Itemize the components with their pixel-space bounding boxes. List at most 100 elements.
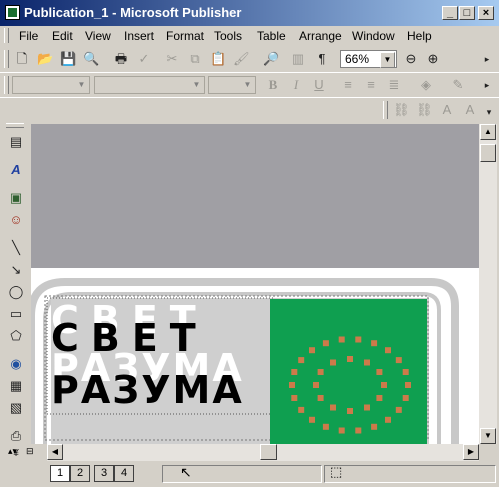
title-bar[interactable]: Publication_1 - Microsoft Publisher _ □ … (0, 0, 499, 26)
picture-frame-icon[interactable]: ▣ (8, 190, 24, 206)
text-box-tool-icon[interactable]: A (8, 162, 24, 178)
menu-arrange[interactable]: Arrange (299, 29, 342, 43)
print-preview-icon[interactable]: 🔎 (263, 51, 279, 67)
search-file-icon[interactable]: 🔍 (83, 51, 99, 67)
chevron-down-icon[interactable]: ▼ (75, 78, 88, 92)
page-tab-3[interactable]: 3 (94, 465, 114, 482)
maximize-button[interactable]: □ (459, 6, 475, 20)
menu-insert[interactable]: Insert (124, 29, 154, 43)
scroll-down-icon[interactable]: ▼ (480, 428, 496, 444)
form-control-icon[interactable]: ▦ (8, 378, 24, 394)
open-icon[interactable]: 📂 (37, 51, 53, 67)
hot-spot-icon[interactable]: ◉ (8, 356, 24, 372)
oval-tool-icon[interactable]: ◯ (8, 284, 24, 300)
toolbar-options-icon[interactable]: ▸ (479, 51, 495, 67)
rectangle-tool-icon[interactable]: ▭ (8, 306, 24, 322)
paragraph-marks-icon[interactable]: ¶ (314, 51, 330, 67)
menu-view[interactable]: View (85, 29, 111, 43)
spelling-icon[interactable]: ✓ (136, 51, 152, 67)
page-tab-label: 1 (56, 467, 64, 479)
page-tab-2[interactable]: 2 (70, 465, 90, 482)
justify-icon[interactable]: ≣ (386, 77, 402, 93)
align-left-icon[interactable]: ≡ (340, 77, 356, 93)
toolbar-grip[interactable] (6, 123, 24, 128)
save-icon[interactable]: 💾 (60, 51, 76, 67)
title-line2: РАЗУМА (51, 368, 244, 412)
menu-tools[interactable]: Tools (214, 29, 242, 43)
arrow-tool-icon[interactable]: ↘ (8, 262, 24, 278)
vertical-scroll-thumb[interactable] (480, 144, 496, 162)
horizontal-scroll-thumb[interactable] (260, 444, 277, 460)
font-dropdown[interactable]: ▼ (94, 76, 205, 94)
toolbar-grip[interactable] (383, 101, 388, 119)
zoom-in-icon[interactable]: ⊕ (425, 51, 441, 67)
decorative-dot (371, 423, 378, 430)
cut-icon[interactable]: ✂ (164, 51, 180, 67)
scroll-split-icon[interactable]: ⊟ (26, 446, 34, 457)
menu-bar: File Edit View Insert Format Tools Table… (0, 26, 499, 46)
decorative-dot (322, 340, 329, 347)
title-text-box[interactable]: СВЕТ СВЕТ РАЗУМА РАЗУМА (51, 300, 271, 410)
toolbar-grip[interactable] (4, 50, 9, 68)
toolbar-options-icon[interactable]: ▾ (481, 104, 497, 120)
menu-format[interactable]: Format (166, 29, 204, 43)
vertical-scrollbar[interactable]: ▲ ▼ (479, 124, 497, 444)
format-painter-icon[interactable]: 🖌 (233, 51, 250, 67)
columns-icon[interactable]: ▥ (290, 51, 306, 67)
italic-icon[interactable]: I (288, 77, 304, 93)
new-icon[interactable]: 🗋 (14, 51, 30, 67)
decorative-dot (317, 369, 324, 375)
menu-window[interactable]: Window (352, 29, 395, 43)
scroll-left-icon[interactable]: ◀ (47, 444, 63, 460)
html-fragment-icon[interactable]: ▧ (8, 400, 24, 416)
zoom-out-icon[interactable]: ⊖ (403, 51, 419, 67)
font-size-dropdown[interactable]: ▼ (208, 76, 256, 94)
line-tool-icon[interactable]: ╲ (8, 240, 24, 256)
line-color-icon[interactable]: ✎ (450, 77, 466, 93)
paste-icon[interactable]: 📋 (210, 51, 226, 67)
bold-icon[interactable]: B (265, 77, 281, 93)
publication-page[interactable]: СВЕТ СВЕТ РАЗУМА РАЗУМА (31, 268, 479, 444)
chevron-down-icon[interactable]: ▼ (190, 78, 203, 92)
chevron-down-icon[interactable]: ▼ (241, 78, 254, 92)
print-icon[interactable]: 🖶 (113, 51, 129, 67)
decorative-dot (291, 369, 298, 375)
scroll-up-icon[interactable]: ▲ (480, 124, 496, 140)
fill-color-icon[interactable]: ◈ (418, 77, 434, 93)
object-size-icon: ⬚ (330, 464, 343, 479)
underline-icon[interactable]: U (311, 77, 327, 93)
menu-table[interactable]: Table (257, 29, 286, 43)
menu-edit[interactable]: Edit (52, 29, 73, 43)
previous-text-box-icon[interactable]: A (439, 102, 455, 118)
minimize-button[interactable]: _ (442, 6, 458, 20)
style-dropdown[interactable]: ▼ (12, 76, 90, 94)
zoom-dropdown[interactable]: 66% ▼ (340, 50, 397, 68)
chevron-down-icon[interactable]: ▼ (380, 52, 395, 68)
copy-icon[interactable]: ⧉ (187, 51, 203, 67)
horizontal-scrollbar[interactable]: ◀ ▶ (47, 444, 479, 461)
toolbar-options-icon[interactable]: ▸ (479, 77, 495, 93)
autoshapes-icon[interactable]: ⬠ (8, 328, 24, 344)
design-gallery-icon[interactable]: ⎙ (8, 428, 24, 444)
scroll-up-page-icon[interactable]: ▴▾ (8, 446, 17, 457)
clip-art-icon[interactable]: ☺ (8, 212, 24, 228)
next-text-box-icon[interactable]: A (462, 102, 478, 118)
close-button[interactable]: × (478, 6, 494, 20)
unlink-text-box-icon[interactable]: ⛓ (416, 102, 433, 118)
link-text-box-icon[interactable]: ⛓ (393, 102, 410, 118)
page-nav-arrows[interactable]: ▴▾ ⊟ (6, 446, 46, 460)
page-tab-4[interactable]: 4 (114, 465, 134, 482)
publisher-app-icon[interactable] (5, 5, 20, 20)
align-center-icon[interactable]: ≡ (363, 77, 379, 93)
document-workspace[interactable]: СВЕТ СВЕТ РАЗУМА РАЗУМА (31, 124, 479, 444)
page-tab-1[interactable]: 1 (50, 465, 70, 482)
menu-help[interactable]: Help (407, 29, 432, 43)
decorative-dot-ring (289, 336, 411, 434)
decorative-dot (402, 395, 409, 401)
toolbar-grip[interactable] (4, 76, 9, 94)
menu-grip[interactable] (4, 28, 9, 43)
green-image[interactable] (270, 299, 427, 444)
scroll-right-icon[interactable]: ▶ (463, 444, 479, 460)
menu-file[interactable]: File (19, 29, 38, 43)
select-objects-icon[interactable]: ▤ (8, 134, 24, 150)
